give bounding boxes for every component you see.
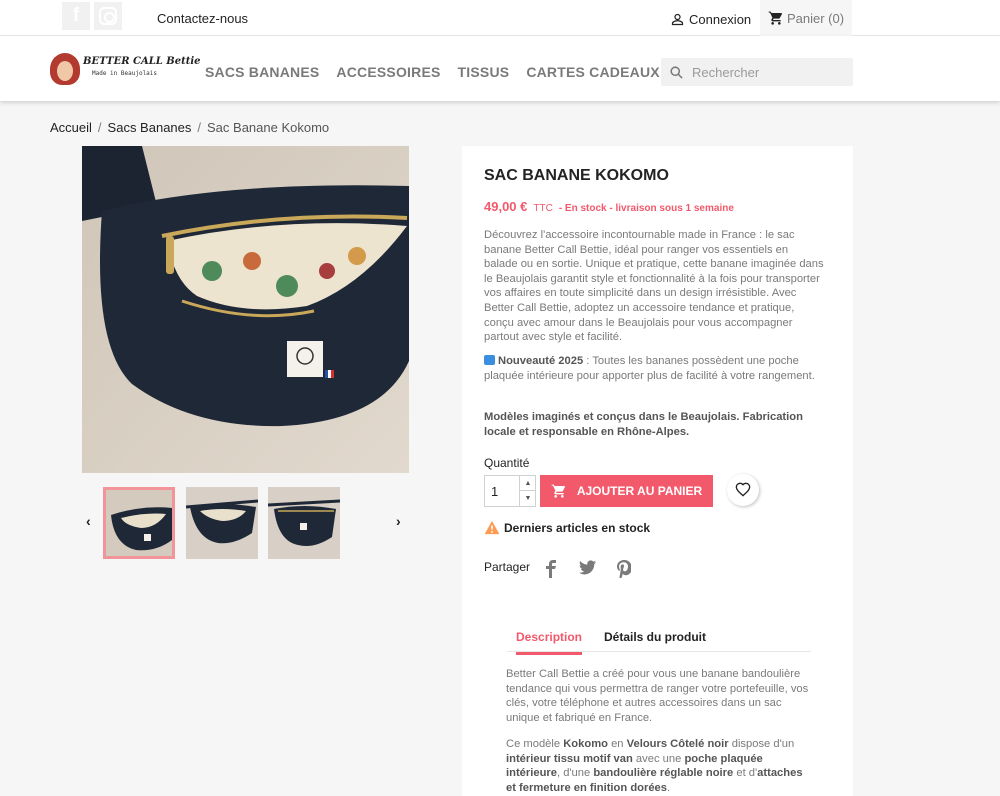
quantity-stepper: ▲ ▼ xyxy=(484,475,536,507)
contact-link[interactable]: Contactez-nous xyxy=(157,11,248,26)
main-nav: SACS BANANES ACCESSOIRES TISSUS CARTES C… xyxy=(205,64,660,80)
desc-part-bold: bandoulière réglable noire xyxy=(593,767,734,780)
new-label: Nouveauté 2025 xyxy=(498,355,584,367)
logo[interactable]: BETTER CALL Bettie Made in Beaujolais xyxy=(50,51,201,87)
add-to-cart-button[interactable]: AJOUTER AU PANIER xyxy=(540,475,713,507)
desc-part: en xyxy=(607,738,627,750)
facebook-share-icon[interactable] xyxy=(545,560,557,578)
nav-sacs-bananes[interactable]: SACS BANANES xyxy=(205,64,319,80)
search-box xyxy=(661,58,853,86)
nav-cartes-cadeaux[interactable]: CARTES CADEAUX xyxy=(526,64,659,80)
desc-part: et d' xyxy=(733,767,758,780)
tab-product-details[interactable]: Détails du produit xyxy=(604,630,706,644)
breadcrumb-home[interactable]: Accueil xyxy=(50,120,92,135)
logo-image xyxy=(50,53,80,85)
quantity-increase-button[interactable]: ▲ xyxy=(519,476,536,491)
login-label: Connexion xyxy=(689,11,752,27)
desc-part: Ce modèle xyxy=(506,738,564,750)
desc-part: avec une xyxy=(632,752,685,765)
breadcrumb: Accueil / Sacs Bananes / Sac Banane Koko… xyxy=(50,120,329,135)
product-tabs: Description Détails du produit xyxy=(507,622,811,655)
desc-part: , d'une xyxy=(556,767,594,780)
tax-label: TTC xyxy=(533,203,553,214)
logo-subtitle: Made in Beaujolais xyxy=(92,70,158,77)
add-to-cart-label: AJOUTER AU PANIER xyxy=(576,484,703,498)
login-link[interactable]: Connexion xyxy=(670,10,751,28)
desc-part: dispose d'un xyxy=(728,738,795,750)
chevron-left-icon[interactable]: ‹ xyxy=(86,513,91,529)
chevron-right-icon[interactable]: › xyxy=(396,513,401,529)
main-header: BETTER CALL Bettie Made in Beaujolais SA… xyxy=(0,36,1000,101)
breadcrumb-separator: / xyxy=(97,120,102,135)
wishlist-button[interactable] xyxy=(727,474,759,506)
tab-description[interactable]: Description xyxy=(516,630,583,655)
breadcrumb-category[interactable]: Sacs Bananes xyxy=(108,120,192,135)
heart-icon xyxy=(735,482,751,497)
desc-part: . xyxy=(667,781,671,794)
search-input[interactable] xyxy=(692,64,842,80)
price-line: 49,00 € TTC - En stock - livraison sous … xyxy=(484,199,734,214)
quantity-label: Quantité xyxy=(484,456,530,470)
quantity-input[interactable] xyxy=(485,476,519,506)
nav-accessoires[interactable]: ACCESSOIRES xyxy=(336,64,440,80)
product-main-image[interactable] xyxy=(82,146,409,473)
tab-description-text-2: Ce modèle Kokomo en Velours Côtelé noir … xyxy=(506,737,811,795)
user-icon xyxy=(671,13,684,25)
share-label: Partager xyxy=(484,560,531,574)
desc-part-bold: intérieur tissu motif van xyxy=(506,752,633,765)
quantity-decrease-button[interactable]: ▼ xyxy=(519,491,536,506)
product-thumbnail-2[interactable] xyxy=(186,487,258,559)
cart-button[interactable]: Panier (0) xyxy=(760,0,852,36)
product-local-note: Modèles imaginés et conçus dans le Beauj… xyxy=(484,411,803,438)
product-description: Découvrez l'accessoire incontournable ma… xyxy=(484,229,824,344)
product-price: 49,00 € xyxy=(484,199,528,214)
product-thumbnail-3[interactable] xyxy=(268,487,340,559)
stock-warning: Derniers articles en stock xyxy=(484,520,650,535)
instagram-icon[interactable] xyxy=(94,2,122,30)
warning-icon xyxy=(484,520,500,535)
desc-part-bold: Velours Côtelé noir xyxy=(626,738,729,750)
search-icon[interactable] xyxy=(669,65,684,80)
logo-text: BETTER CALL Bettie xyxy=(83,56,201,67)
tab-description-text-1: Better Call Bettie a créé pour vous une … xyxy=(506,668,809,724)
pinterest-share-icon[interactable] xyxy=(617,560,631,578)
cart-add-icon xyxy=(551,484,566,498)
availability-label: - En stock - livraison sous 1 semaine xyxy=(558,203,734,214)
cart-icon xyxy=(768,11,783,25)
breadcrumb-separator: / xyxy=(197,120,202,135)
breadcrumb-current: Sac Banane Kokomo xyxy=(207,120,330,135)
product-title: SAC BANANE KOKOMO xyxy=(484,167,669,184)
facebook-icon[interactable]: f xyxy=(62,2,90,30)
top-bar: f Contactez-nous Connexion Panier (0) xyxy=(0,0,1000,36)
desc-part-bold: Kokomo xyxy=(563,738,608,750)
cart-label: Panier (0) xyxy=(786,10,845,26)
twitter-share-icon[interactable] xyxy=(579,560,596,575)
product-thumbnail-1[interactable] xyxy=(103,487,175,559)
product-new-note: Nouveauté 2025 : Toutes les bananes poss… xyxy=(484,354,824,383)
nav-tissus[interactable]: TISSUS xyxy=(458,64,510,80)
stock-warning-label: Derniers articles en stock xyxy=(504,520,651,535)
new-badge-icon xyxy=(484,355,495,365)
share-section: Partager xyxy=(484,560,530,574)
